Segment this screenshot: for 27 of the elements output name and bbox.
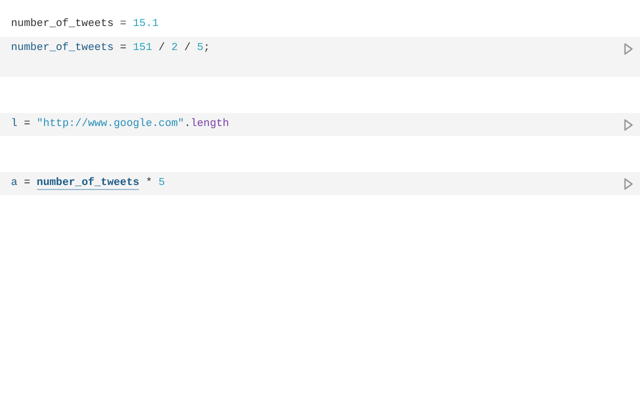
operator: = [119,42,128,54]
variable-name: l [11,118,18,130]
code-cell[interactable]: a = number_of_tweets * 5 [0,172,640,195]
code-cell[interactable]: l = "http://www.google.com".length [0,113,640,136]
play-icon[interactable] [624,43,633,55]
operator: / [158,42,166,54]
variable-name: number_of_tweets [11,18,114,30]
number-literal: 151 [132,42,152,54]
operator: = [22,118,32,130]
code-cell[interactable]: number_of_tweets = 151 / 2 / 5; [0,37,640,77]
string-literal: "http://www.google.com" [36,118,184,130]
operator: . [184,118,191,130]
play-icon[interactable] [624,178,633,190]
play-icon[interactable] [624,119,633,131]
variable-reference[interactable]: number_of_tweets [36,177,140,190]
operator: = [119,18,128,30]
variable-name: number_of_tweets [11,42,114,54]
property-name: length [190,118,230,130]
number-literal: 5 [158,177,165,189]
variable-name: a [11,177,18,189]
number-literal: 15.1 [132,18,159,30]
number-literal: 5 [197,42,204,54]
operator: / [183,42,192,54]
number-literal: 2 [171,42,178,54]
operator: * [144,177,154,189]
operator: ; [203,42,210,54]
operator: = [22,177,32,189]
